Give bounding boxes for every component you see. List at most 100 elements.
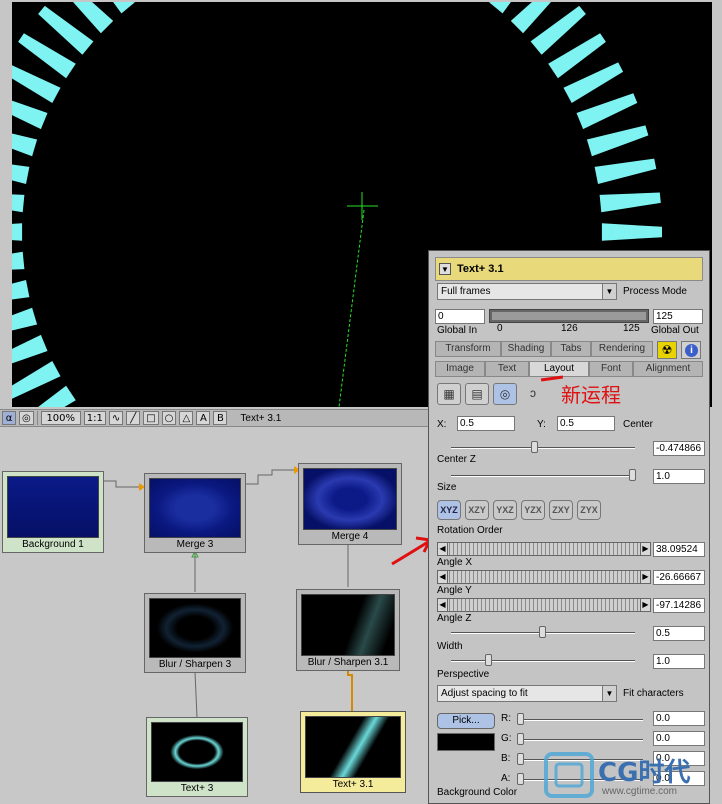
r-knob[interactable] [517, 713, 524, 725]
collapse-icon[interactable]: ▼ [439, 263, 451, 275]
angle-z-thumbwheel[interactable]: ◀ ▶ [437, 598, 651, 612]
panel-title-bar[interactable]: ▼ Text+ 3.1 [435, 257, 703, 281]
order-zxy-button[interactable]: ZXY [549, 500, 573, 520]
node-blur-sharpen-3-1[interactable]: Blur / Sharpen 3.1 [296, 589, 400, 671]
tab-image[interactable]: Image [435, 361, 485, 377]
triangle-icon[interactable]: △ [179, 411, 194, 425]
rectangle-icon[interactable]: □ [143, 411, 159, 425]
layout-frame-icon[interactable]: ▤ [465, 383, 489, 405]
tool-controls-panel: ▼ Text+ 3.1 Full frames ▼ Process Mode 0 … [428, 250, 710, 804]
g-label: G: [501, 733, 512, 744]
b-knob[interactable] [517, 753, 524, 765]
panel-title: Text+ 3.1 [457, 263, 504, 275]
a-buffer-button[interactable]: A [196, 411, 211, 425]
r-track[interactable] [519, 719, 643, 721]
perspective-field[interactable]: 1.0 [653, 654, 705, 669]
spacing-select[interactable]: Adjust spacing to fit ▼ [437, 685, 617, 702]
center-label: Center [623, 419, 654, 430]
tab-font[interactable]: Font [589, 361, 633, 377]
center-z-knob[interactable] [531, 441, 538, 453]
perspective-track[interactable] [451, 660, 635, 662]
background-color-swatch[interactable] [437, 733, 495, 751]
process-mode-label: Process Mode [623, 286, 687, 297]
cgtime-logo-icon [544, 752, 594, 798]
tab-tabs[interactable]: Tabs [551, 341, 591, 357]
center-y-field[interactable]: 0.5 [557, 416, 615, 431]
tab-transform[interactable]: Transform [435, 341, 501, 357]
b-buffer-button[interactable]: B [213, 411, 228, 425]
order-xyz-button[interactable]: XYZ [437, 500, 461, 520]
global-in-field[interactable]: 0 [435, 309, 485, 324]
node-text-3-1[interactable]: Text+ 3.1 [300, 711, 406, 793]
r-field[interactable]: 0.0 [653, 711, 705, 726]
radiation-icon[interactable]: ☢ [657, 341, 677, 359]
tab-alignment[interactable]: Alignment [633, 361, 703, 377]
order-zyx-button[interactable]: ZYX [577, 500, 601, 520]
g-field[interactable]: 0.0 [653, 731, 705, 746]
order-xzy-button[interactable]: XZY [465, 500, 489, 520]
flow-view[interactable]: Background 1 Merge 3 Merge 4 Blur / Shar… [0, 427, 430, 804]
tab-rendering[interactable]: Rendering [591, 341, 653, 357]
angle-x-thumbwheel[interactable]: ◀ ▶ [437, 542, 651, 556]
viewer-toolbar: α ◎ 100% 1:1 ∿ ╱ □ ○ △ A B Text+ 3.1 [0, 409, 430, 427]
ring-stripe [12, 361, 61, 399]
ring-stripe [12, 334, 48, 364]
perspective-knob[interactable] [485, 654, 492, 666]
global-range-bar[interactable] [489, 309, 649, 323]
width-field[interactable]: 0.5 [653, 626, 705, 641]
angle-x-field[interactable]: 38.09524 [653, 542, 705, 557]
size-field[interactable]: 1.0 [653, 469, 705, 484]
viewer-tool-label: Text+ 3.1 [240, 412, 282, 424]
center-z-field[interactable]: -0.474866 [653, 441, 705, 456]
range-tick-mid: 126 [561, 323, 578, 334]
size-knob[interactable] [629, 469, 636, 481]
zoom-field[interactable]: 100% [40, 411, 81, 425]
node-blur-sharpen-3[interactable]: Blur / Sharpen 3 [144, 593, 246, 673]
alpha-icon[interactable]: α [2, 411, 16, 425]
tab-text[interactable]: Text [485, 361, 529, 377]
ring-stripe [576, 93, 638, 130]
spline-icon[interactable]: ∿ [108, 411, 124, 425]
handwritten-annotation: 新运程 [561, 383, 621, 407]
ratio-button[interactable]: 1:1 [83, 411, 106, 425]
tab-shading[interactable]: Shading [501, 341, 551, 357]
circle-icon[interactable]: ○ [161, 411, 177, 425]
layout-point-icon[interactable]: ▦ [437, 383, 461, 405]
order-yzx-button[interactable]: YZX [521, 500, 545, 520]
node-thumbnail [305, 716, 401, 778]
ring-stripe [12, 280, 30, 300]
r-label: R: [501, 713, 511, 724]
a-knob[interactable] [517, 773, 524, 785]
global-out-label: Global Out [651, 325, 699, 336]
width-knob[interactable] [539, 626, 546, 638]
node-text-3[interactable]: Text+ 3 [146, 717, 248, 797]
node-thumbnail [303, 468, 397, 530]
angle-y-field[interactable]: -26.66667 [653, 570, 705, 585]
node-thumbnail [7, 476, 99, 538]
order-yxz-button[interactable]: YXZ [493, 500, 517, 520]
center-x-field[interactable]: 0.5 [457, 416, 515, 431]
center-z-track[interactable] [451, 447, 635, 449]
angle-z-field[interactable]: -97.14286 [653, 598, 705, 613]
line-icon[interactable]: ╱ [126, 411, 141, 425]
watermark-url: www.cgtime.com [602, 786, 678, 797]
process-mode-select[interactable]: Full frames ▼ [437, 283, 617, 300]
pick-color-button[interactable]: Pick... [437, 713, 495, 729]
info-icon[interactable]: i [681, 341, 701, 359]
watermark-brand: CG时代 [598, 758, 691, 788]
angle-y-thumbwheel[interactable]: ◀ ▶ [437, 570, 651, 584]
ring-stripe [12, 133, 38, 157]
g-knob[interactable] [517, 733, 524, 745]
node-thumbnail [149, 478, 241, 538]
global-out-field[interactable]: 125 [653, 309, 703, 324]
size-track[interactable] [451, 475, 635, 477]
node-merge-3[interactable]: Merge 3 [144, 473, 246, 553]
node-background-1[interactable]: Background 1 [2, 471, 104, 553]
layout-path-icon[interactable]: ↄ [521, 383, 545, 405]
node-thumbnail [151, 722, 243, 782]
node-merge-4[interactable]: Merge 4 [298, 463, 402, 545]
channel-icon[interactable]: ◎ [19, 411, 34, 425]
g-track[interactable] [519, 739, 643, 741]
tab-layout[interactable]: Layout [529, 361, 589, 377]
layout-circle-icon[interactable]: ◎ [493, 383, 517, 405]
